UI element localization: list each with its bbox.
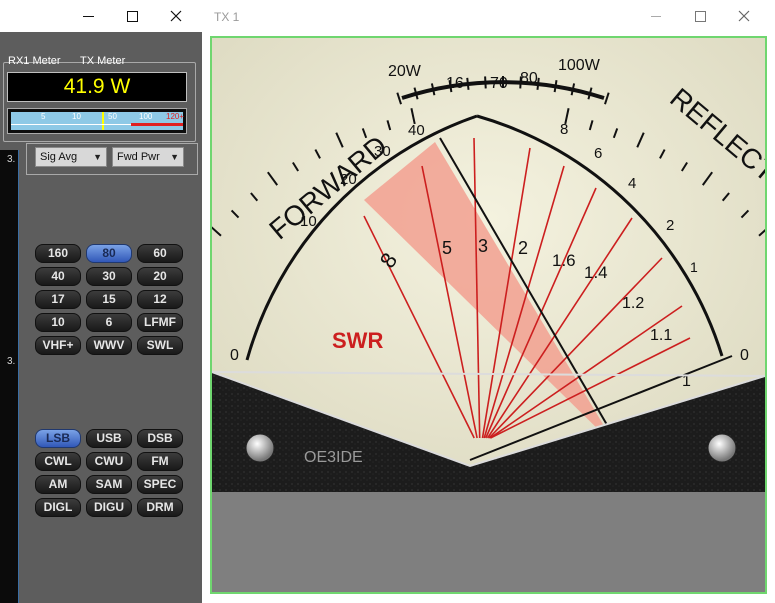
meter-red-zone [131, 123, 183, 126]
mode-button-cwl[interactable]: CWL [35, 452, 81, 471]
tx-meter-readout: 41.9 W [7, 72, 187, 102]
screw-icon [707, 433, 737, 463]
swr-scale-label: 5 [442, 238, 452, 258]
chevron-down-icon: ▼ [93, 152, 102, 162]
meter-tick-label: 50 [108, 112, 117, 121]
swr-meter-dial: FORWARD REFLECTED SWR 0 10 20 30 40 20W … [212, 38, 765, 592]
swr-scale-label: 2 [518, 238, 528, 258]
minimize-button[interactable] [634, 0, 678, 32]
mode-button-digu[interactable]: DIGU [86, 498, 132, 517]
band-button-40[interactable]: 40 [35, 267, 81, 286]
band-button-lfmf[interactable]: LFMF [137, 313, 183, 332]
reflected-scale-label: 8 [560, 121, 568, 138]
forward-top-label: 16 [446, 75, 464, 92]
tx-meter-bar: 5 10 50 100 120+ [7, 108, 187, 134]
meter-tick-label: 100 [139, 112, 153, 121]
forward-top-label: 80 [520, 70, 538, 87]
swr-scale-label: 1.1 [650, 327, 672, 344]
band-button-6[interactable]: 6 [86, 313, 132, 332]
band-button-swl[interactable]: SWL [137, 336, 183, 355]
frequency-label: 3. [7, 356, 16, 367]
swr-meter-panel: FORWARD REFLECTED SWR 0 10 20 30 40 20W … [210, 36, 767, 594]
console-titlebar [0, 0, 202, 32]
swr-scale-label: 3 [478, 236, 488, 256]
tx-meter-select[interactable]: Fwd Pwr ▼ [112, 147, 184, 167]
band-button-30[interactable]: 30 [86, 267, 132, 286]
forward-scale-label: 10 [300, 213, 317, 230]
frequency-label: 3. [7, 154, 16, 165]
reflected-scale-label: 2 [666, 217, 674, 234]
meter-footer [212, 492, 765, 592]
close-button[interactable] [722, 0, 766, 32]
forward-top-label: 20W [388, 63, 422, 80]
forward-top-tick [466, 77, 470, 90]
reflected-scale-label: 1 [690, 259, 698, 275]
band-button-12[interactable]: 12 [137, 290, 183, 309]
mode-button-cwu[interactable]: CWU [86, 452, 132, 471]
close-button[interactable] [154, 0, 198, 32]
band-button-80[interactable]: 80 [86, 244, 132, 263]
reflected-scale-label: 6 [594, 145, 602, 162]
reflected-scale-label: 0 [740, 347, 749, 364]
window-title: TX 1 [214, 10, 240, 24]
forward-scale-label: 20 [340, 171, 357, 188]
maximize-icon [126, 10, 138, 22]
brand-label: OE3IDE [304, 449, 363, 466]
swr-scale-label: 1.6 [552, 251, 576, 270]
mode-button-drm[interactable]: DRM [137, 498, 183, 517]
band-button-10[interactable]: 10 [35, 313, 81, 332]
meter-tick-label: 120+ [166, 112, 185, 121]
spectrum-strip: 3. 3. [0, 150, 19, 603]
forward-scale-label: 0 [230, 347, 239, 364]
rx-meter-select[interactable]: Sig Avg ▼ [35, 147, 107, 167]
band-button-20[interactable]: 20 [137, 267, 183, 286]
close-icon [170, 10, 182, 22]
forward-top-label: 70 [490, 75, 508, 92]
mode-button-lsb[interactable]: LSB [35, 429, 81, 448]
mode-button-spec[interactable]: SPEC [137, 475, 183, 494]
chevron-down-icon: ▼ [170, 152, 179, 162]
band-button-160[interactable]: 160 [35, 244, 81, 263]
forward-scale-label: 40 [408, 122, 425, 139]
band-button-vhfplus[interactable]: VHF+ [35, 336, 81, 355]
band-button-15[interactable]: 15 [86, 290, 132, 309]
maximize-button[interactable] [678, 0, 722, 32]
mode-button-dsb[interactable]: DSB [137, 429, 183, 448]
meter-tick-label: 5 [41, 112, 46, 121]
mode-button-usb[interactable]: USB [86, 429, 132, 448]
band-button-17[interactable]: 17 [35, 290, 81, 309]
minimize-button[interactable] [66, 0, 110, 32]
mode-button-digl[interactable]: DIGL [35, 498, 81, 517]
mode-button-fm[interactable]: FM [137, 452, 183, 471]
minimize-icon [82, 15, 94, 17]
band-button-60[interactable]: 60 [137, 244, 183, 263]
meter-level-indicator [102, 112, 104, 130]
maximize-button[interactable] [110, 0, 154, 32]
mode-button-am[interactable]: AM [35, 475, 81, 494]
console-window: 3. 3. RX1 Meter TX Meter 41.9 W 5 10 50 … [0, 0, 202, 603]
swr-scale-label: 1.2 [622, 295, 644, 312]
close-icon [738, 10, 750, 22]
meter-tick-label: 10 [72, 112, 81, 121]
tx-meter-label: TX Meter [80, 55, 126, 67]
rx1-meter-label: RX1 Meter [8, 55, 61, 67]
screw-icon [245, 433, 275, 463]
swr-scale-label: 1.4 [584, 263, 608, 282]
tx-meter-window: TX 1 FORWARD REFLECTED SWR 0 10 20 30 40… [202, 0, 775, 603]
band-button-wwv[interactable]: WWV [86, 336, 132, 355]
forward-top-label: 100W [558, 57, 601, 74]
reflected-scale-label: 4 [628, 175, 636, 192]
maximize-icon [694, 10, 706, 22]
mode-button-sam[interactable]: SAM [86, 475, 132, 494]
forward-scale-label: 30 [374, 143, 391, 160]
swr-label: SWR [332, 328, 383, 353]
minimize-icon [651, 15, 661, 17]
forward-top-tick [484, 76, 487, 89]
